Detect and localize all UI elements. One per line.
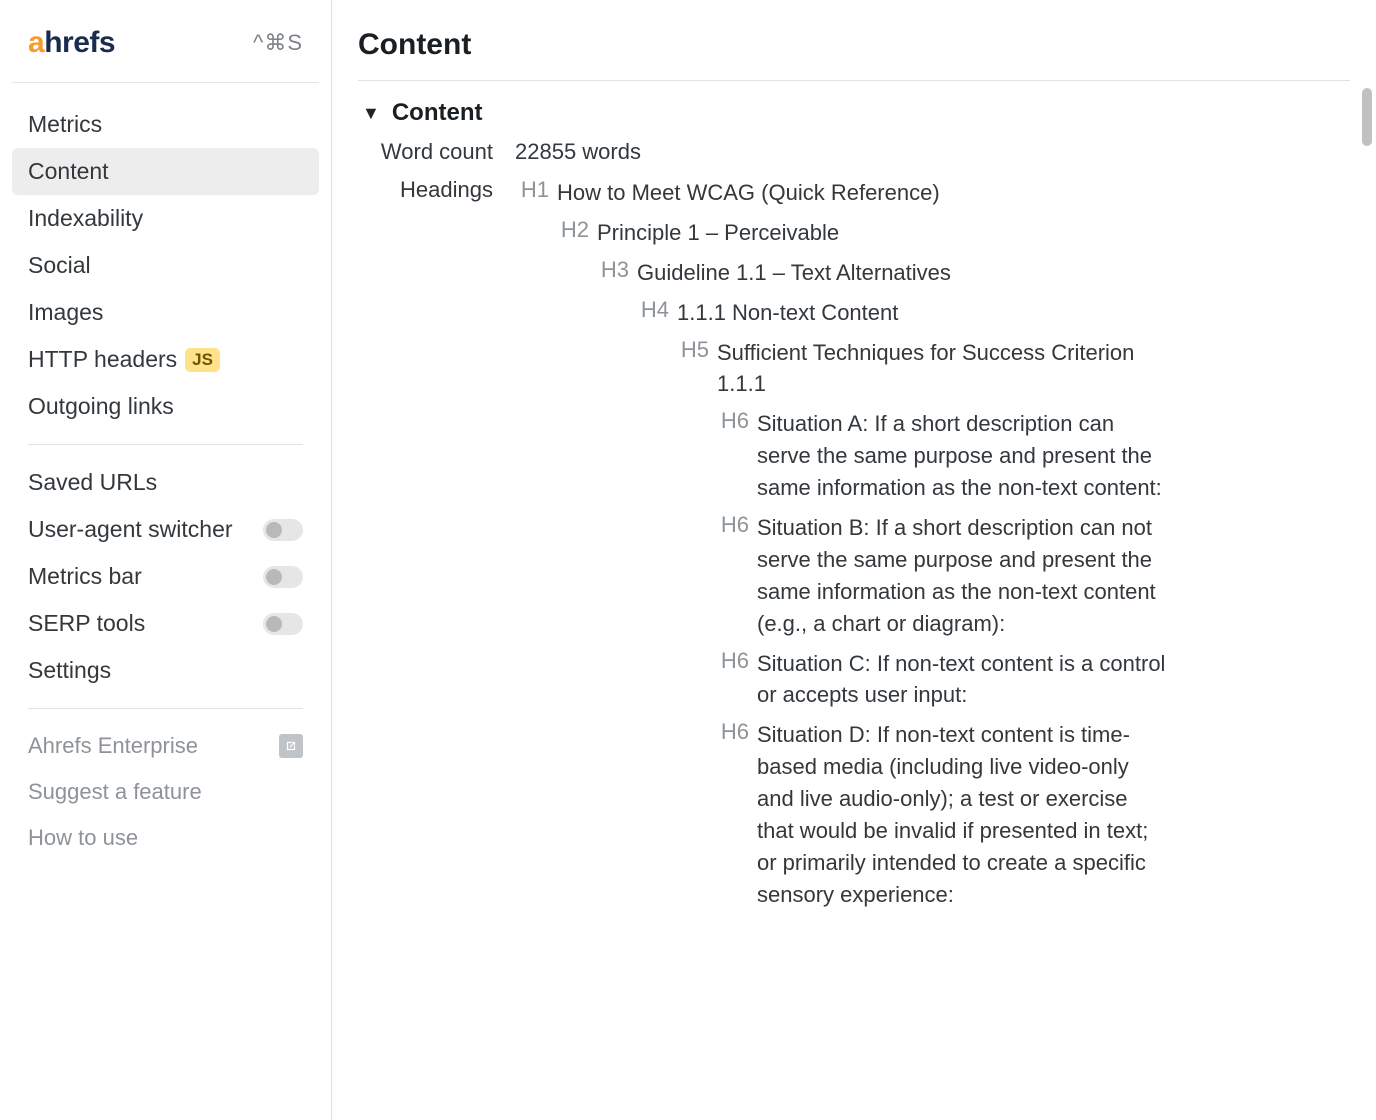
nav-social[interactable]: Social	[12, 242, 319, 289]
headings-row: Headings H1 How to Meet WCAG (Quick Refe…	[358, 177, 1350, 919]
toggle-user-agent-switcher: User-agent switcher	[12, 506, 319, 553]
heading-tag: H5	[675, 337, 709, 363]
heading-tag: H6	[715, 648, 749, 674]
toggle-metrics-bar: Metrics bar	[12, 553, 319, 600]
heading-tag: H3	[595, 257, 629, 283]
nav-label: Metrics	[28, 111, 102, 138]
heading-item: H4 1.1.1 Non-text Content	[515, 297, 1350, 329]
heading-tag: H6	[715, 512, 749, 538]
nav-settings[interactable]: Settings	[12, 647, 319, 694]
keyboard-shortcut: ^⌘S	[253, 30, 303, 56]
heading-tag: H2	[555, 217, 589, 243]
logo[interactable]: ahrefs	[28, 26, 115, 60]
toggle-label: SERP tools	[28, 610, 145, 637]
heading-item: H3 Guideline 1.1 – Text Alternatives	[515, 257, 1350, 289]
nav-label: Social	[28, 252, 91, 279]
nav-label: Indexability	[28, 205, 143, 232]
nav-label: Outgoing links	[28, 393, 174, 420]
external-link-icon	[279, 734, 303, 758]
heading-tag: H6	[715, 408, 749, 434]
heading-item: H5 Sufficient Techniques for Success Cri…	[515, 337, 1350, 401]
heading-item: H1 How to Meet WCAG (Quick Reference)	[515, 177, 1350, 209]
nav-metrics[interactable]: Metrics	[12, 101, 319, 148]
toggle-serp-tools: SERP tools	[12, 600, 319, 647]
nav-content[interactable]: Content	[12, 148, 319, 195]
nav-label: HTTP headers	[28, 346, 177, 373]
heading-text: How to Meet WCAG (Quick Reference)	[557, 177, 940, 209]
word-count-label: Word count	[358, 139, 493, 165]
nav-http-headers[interactable]: HTTP headers JS	[12, 336, 319, 383]
heading-text: 1.1.1 Non-text Content	[677, 297, 898, 329]
heading-item: H6 Situation D: If non-text content is t…	[515, 719, 1350, 910]
divider	[28, 708, 303, 709]
heading-item: H6 Situation C: If non-text content is a…	[515, 648, 1350, 712]
heading-text: Situation D: If non-text content is time…	[757, 719, 1167, 910]
toggle-label: Metrics bar	[28, 563, 142, 590]
headings-label: Headings	[358, 177, 493, 203]
nav-label: Saved URLs	[28, 469, 157, 496]
heading-text: Situation C: If non-text content is a co…	[757, 648, 1167, 712]
nav-label: Content	[28, 158, 109, 185]
logo-letter-a: a	[28, 26, 44, 59]
footer-how-to-use[interactable]: How to use	[12, 815, 319, 861]
section-name: Content	[392, 99, 483, 127]
sidebar: ahrefs ^⌘S Metrics Content Indexability …	[0, 0, 332, 1120]
footer-suggest-feature[interactable]: Suggest a feature	[12, 769, 319, 815]
toggle-switch[interactable]	[263, 566, 303, 588]
js-badge: JS	[185, 348, 220, 372]
heading-text: Sufficient Techniques for Success Criter…	[717, 337, 1167, 401]
nav-saved-urls[interactable]: Saved URLs	[12, 459, 319, 506]
footer-label: Ahrefs Enterprise	[28, 733, 198, 759]
heading-tag: H6	[715, 719, 749, 745]
page-title: Content	[358, 28, 1350, 62]
headings-list: H1 How to Meet WCAG (Quick Reference) H2…	[515, 177, 1350, 919]
disclosure-triangle-icon: ▼	[362, 103, 380, 124]
heading-text: Situation B: If a short description can …	[757, 512, 1167, 640]
word-count-row: Word count 22855 words	[358, 139, 1350, 165]
footer-enterprise[interactable]: Ahrefs Enterprise	[12, 723, 319, 769]
sidebar-header: ahrefs ^⌘S	[12, 20, 319, 83]
heading-tag: H4	[635, 297, 669, 323]
title-rule	[358, 80, 1350, 81]
heading-item: H2 Principle 1 – Perceivable	[515, 217, 1350, 249]
heading-text: Guideline 1.1 – Text Alternatives	[637, 257, 951, 289]
section-toggle-content[interactable]: ▼ Content	[358, 91, 1350, 139]
footer-label: How to use	[28, 825, 138, 851]
toggle-label: User-agent switcher	[28, 516, 233, 543]
divider	[28, 444, 303, 445]
logo-letters-rest: hrefs	[44, 26, 115, 59]
footer-label: Suggest a feature	[28, 779, 202, 805]
nav-label: Settings	[28, 657, 111, 684]
nav-outgoing-links[interactable]: Outgoing links	[12, 383, 319, 430]
heading-item: H6 Situation A: If a short description c…	[515, 408, 1350, 504]
toggle-switch[interactable]	[263, 519, 303, 541]
main-panel: Content ▼ Content Word count 22855 words…	[332, 0, 1376, 1120]
word-count-value: 22855 words	[515, 139, 641, 165]
nav-label: Images	[28, 299, 103, 326]
heading-tag: H1	[515, 177, 549, 203]
heading-text: Principle 1 – Perceivable	[597, 217, 839, 249]
nav-indexability[interactable]: Indexability	[12, 195, 319, 242]
nav-images[interactable]: Images	[12, 289, 319, 336]
scrollbar-thumb[interactable]	[1362, 88, 1372, 146]
heading-text: Situation A: If a short description can …	[757, 408, 1167, 504]
toggle-switch[interactable]	[263, 613, 303, 635]
heading-item: H6 Situation B: If a short description c…	[515, 512, 1350, 640]
